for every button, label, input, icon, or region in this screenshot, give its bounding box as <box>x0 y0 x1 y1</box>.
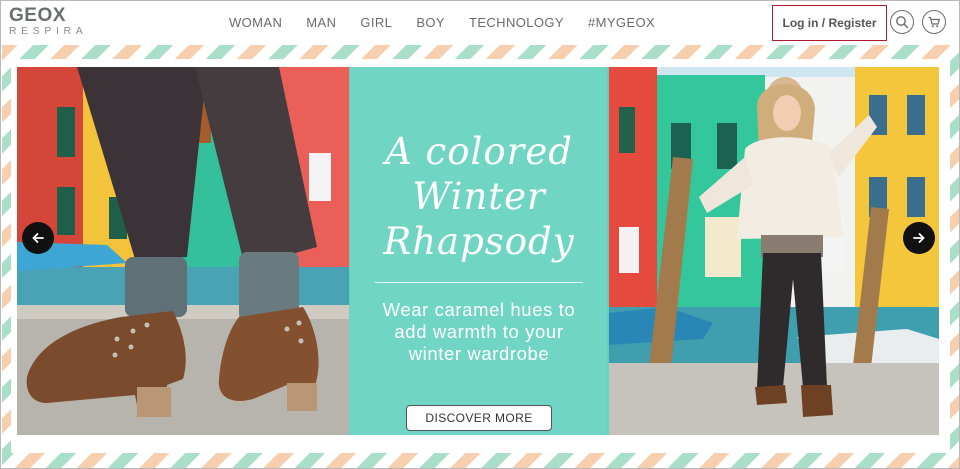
headline-line-2: Winter <box>412 175 546 218</box>
nav-item-mygeox[interactable]: #MYGEOX <box>588 15 655 33</box>
subline-line-2: add warmth to your <box>394 321 564 342</box>
carousel-prev-button[interactable] <box>22 222 54 254</box>
promo-panel: A colored Winter Rhapsody Wear caramel h… <box>349 67 609 435</box>
hero-photo-shoes <box>17 67 350 435</box>
geox-logo[interactable]: GEOX RESPIRA <box>9 5 101 39</box>
promo-subline: Wear caramel hues to add warmth to your … <box>359 299 599 365</box>
search-button[interactable] <box>890 10 914 34</box>
logo-main-text: GEOX <box>9 5 66 26</box>
browser-frame: GEOX RESPIRA WOMAN MAN GIRL BOY TECHNOLO… <box>0 0 960 469</box>
promo-divider <box>375 282 583 283</box>
promo-headline: A colored Winter Rhapsody <box>349 129 609 264</box>
login-register-button[interactable]: Log in / Register <box>772 5 887 41</box>
site-header: GEOX RESPIRA WOMAN MAN GIRL BOY TECHNOLO… <box>1 1 959 45</box>
main-nav: WOMAN MAN GIRL BOY TECHNOLOGY #MYGEOX <box>229 15 679 33</box>
nav-item-technology[interactable]: TECHNOLOGY <box>469 15 564 33</box>
subline-line-3: winter wardrobe <box>408 343 550 364</box>
hero-photo-model <box>607 67 939 435</box>
subline-line-1: Wear caramel hues to <box>382 299 576 320</box>
nav-item-man[interactable]: MAN <box>306 15 336 33</box>
discover-more-button[interactable]: DISCOVER MORE <box>406 405 552 431</box>
nav-item-woman[interactable]: WOMAN <box>229 15 282 33</box>
search-icon <box>896 16 909 29</box>
arrow-right-icon <box>913 233 925 243</box>
arrow-left-icon <box>32 233 44 243</box>
logo-sub-text: RESPIRA <box>9 25 88 37</box>
hero-banner: A colored Winter Rhapsody Wear caramel h… <box>17 67 939 435</box>
cart-button[interactable] <box>922 10 946 34</box>
nav-item-boy[interactable]: BOY <box>416 15 445 33</box>
headline-line-3: Rhapsody <box>383 220 575 263</box>
nav-item-girl[interactable]: GIRL <box>360 15 392 33</box>
headline-line-1: A colored <box>385 130 573 173</box>
shopping-cart-icon <box>928 16 940 28</box>
carousel-next-button[interactable] <box>903 222 935 254</box>
